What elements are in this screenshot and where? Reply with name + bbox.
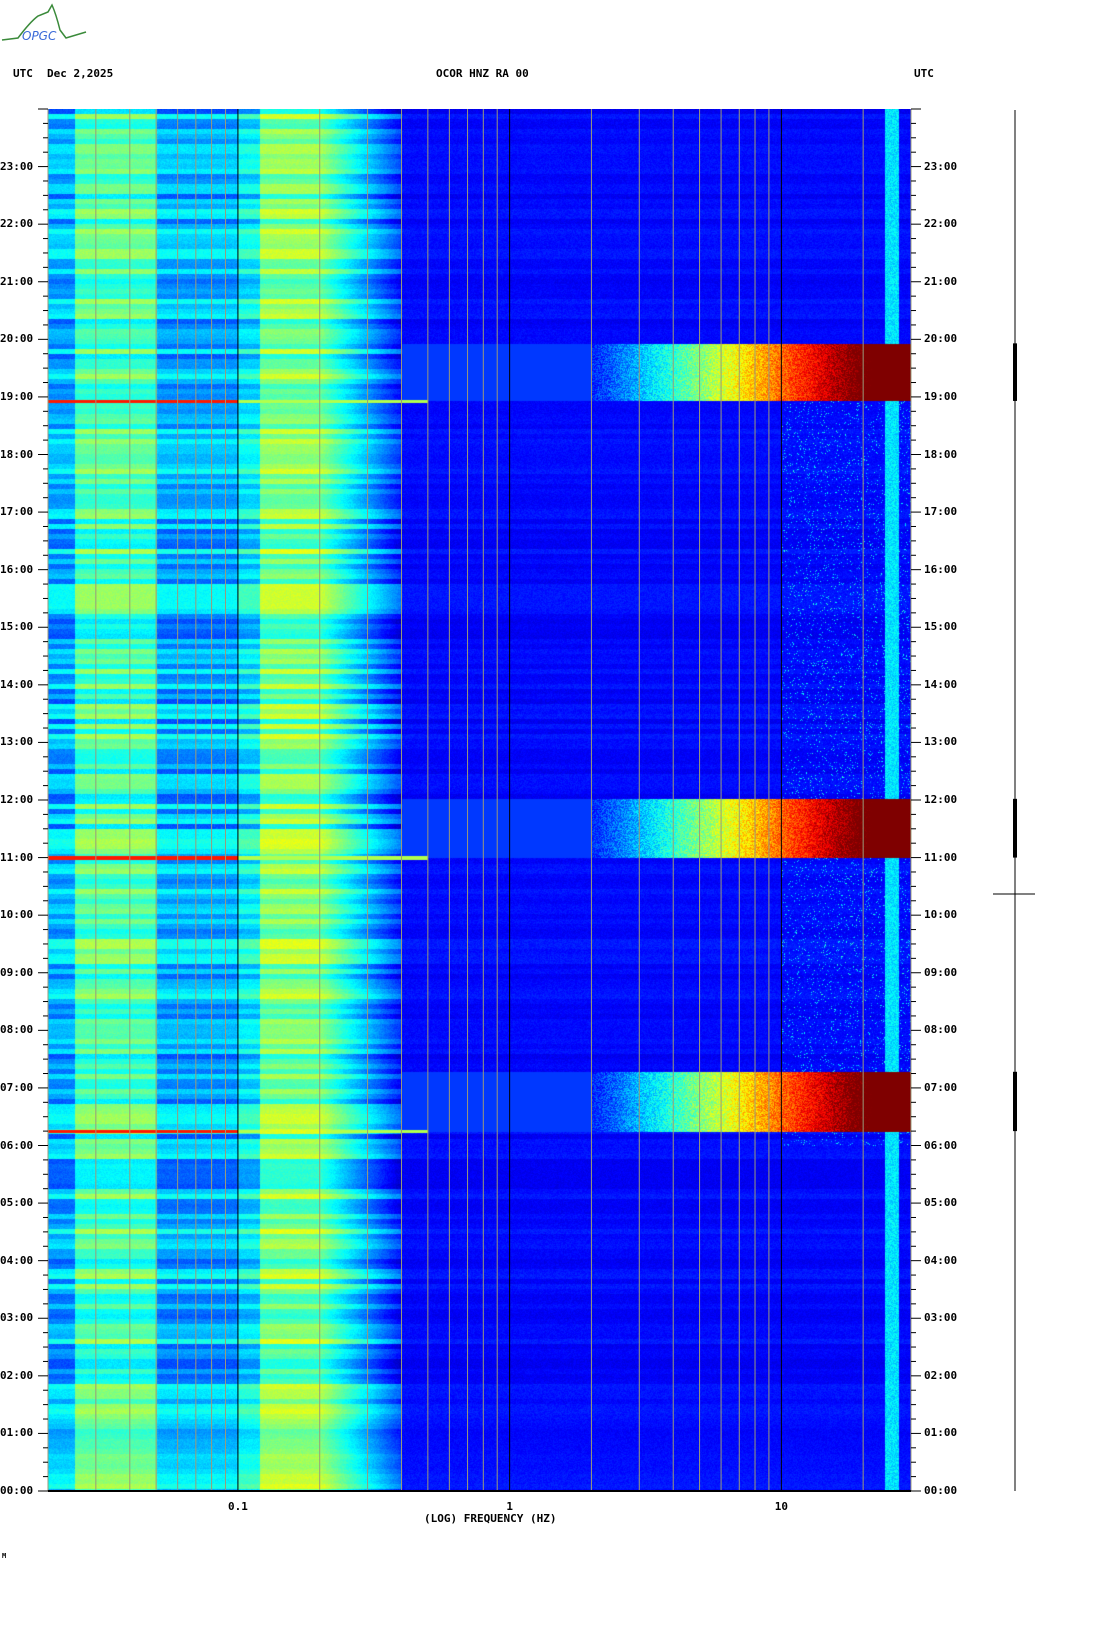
y-tick-label-left: 23:00 [0,159,34,173]
trace-burst [1013,798,1017,858]
y-tick-label-left: 17:00 [0,505,34,519]
y-tick-label-left: 18:00 [0,447,34,461]
y-tick-label-right: 11:00 [924,850,958,864]
y-tick-label-right: 14:00 [924,677,958,691]
y-tick-label-right: 02:00 [924,1368,958,1382]
x-axis-label: (LOG) FREQUENCY (HZ) [424,1512,557,1525]
y-tick-label-left: 06:00 [0,1138,34,1152]
y-tick-label-left: 14:00 [0,677,34,691]
y-tick-label-right: 23:00 [924,159,958,173]
y-tick-label-right: 07:00 [924,1080,958,1094]
y-tick-label-left: 12:00 [0,793,34,806]
y-tick-label-right: 05:00 [924,1196,958,1210]
y-tick-label-right: 16:00 [924,562,958,576]
y-tick-label-left: 19:00 [0,389,34,403]
x-tick-label: 10 [774,1500,788,1513]
y-tick-label-right: 22:00 [924,217,958,231]
y-tick-label-left: 08:00 [0,1023,34,1037]
y-tick-label-right: 12:00 [924,793,958,806]
y-tick-label-right: 09:00 [924,965,958,979]
y-tick-label-left: 01:00 [0,1426,34,1440]
y-tick-label-left: 02:00 [0,1368,34,1382]
footer-mark: M [2,1552,7,1560]
y-tick-label-left: 21:00 [0,274,34,288]
y-tick-label-left: 16:00 [0,562,34,576]
y-tick-label-left: 07:00 [0,1080,34,1094]
y-tick-label-left: 00:00 [0,1484,34,1497]
chart-axes [38,108,1035,1492]
y-tick-label-right: 13:00 [924,735,958,749]
y-tick-label-right: 00:00 [924,1484,958,1497]
y-tick-label-left: 15:00 [0,620,34,634]
y-tick-label-right: 04:00 [924,1253,958,1267]
y-tick-label-right: 08:00 [924,1023,958,1037]
y-tick-label-left: 10:00 [0,908,34,922]
trace-burst [1013,1071,1017,1132]
y-tick-label-right: 17:00 [924,505,958,519]
y-tick-label-left: 09:00 [0,965,34,979]
x-tick-label: 0.1 [227,1500,248,1513]
y-tick-label-left: 04:00 [0,1253,34,1267]
y-tick-label-right: 10:00 [924,908,958,922]
y-tick-label-right: 03:00 [924,1311,958,1325]
y-tick-label-left: 03:00 [0,1311,34,1325]
y-tick-label-left: 22:00 [0,217,34,231]
y-tick-label-right: 21:00 [924,274,958,288]
trace-burst [1013,343,1017,401]
y-tick-label-right: 20:00 [924,332,958,346]
y-tick-label-right: 18:00 [924,447,958,461]
y-tick-label-left: 20:00 [0,332,34,346]
y-tick-label-right: 19:00 [924,389,958,403]
y-tick-label-right: 15:00 [924,620,958,634]
y-tick-label-right: 01:00 [924,1426,958,1440]
y-tick-label-left: 11:00 [0,850,34,864]
y-tick-label-left: 05:00 [0,1196,34,1210]
y-tick-label-left: 13:00 [0,735,34,749]
y-tick-label-right: 06:00 [924,1138,958,1152]
